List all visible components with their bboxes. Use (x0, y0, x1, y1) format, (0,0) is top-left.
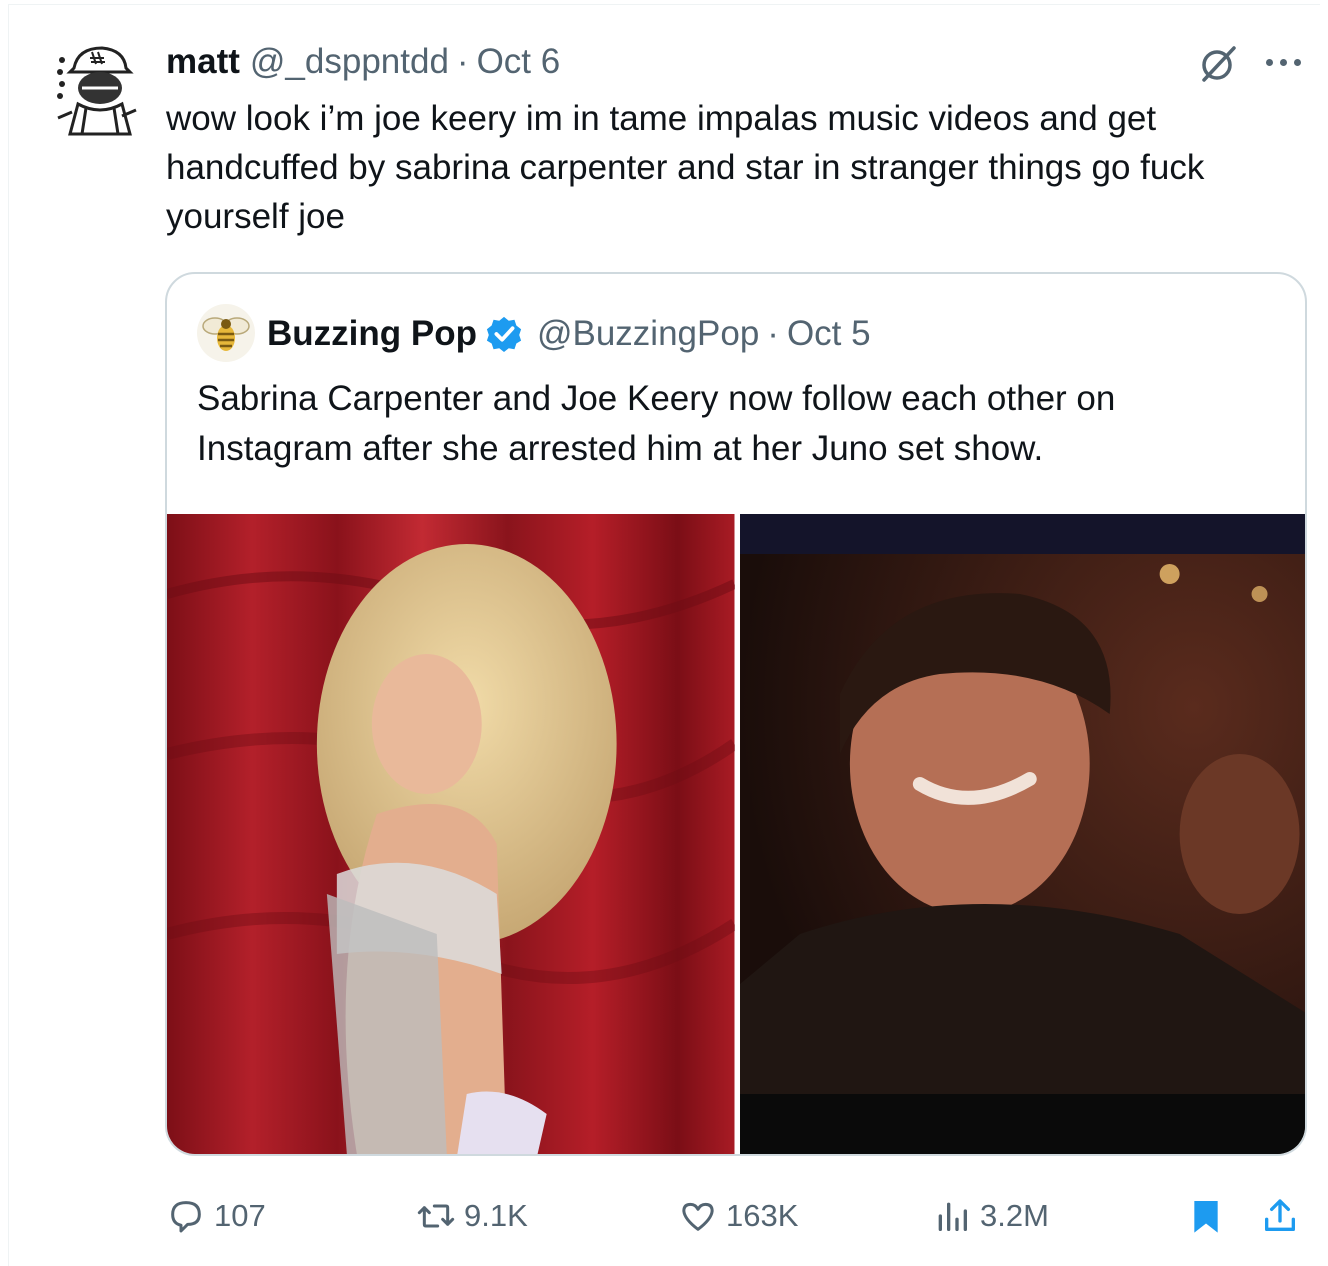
tweet-header: matt @_dsppntdd · Oct 6 (166, 40, 560, 84)
like-icon (682, 1202, 714, 1231)
like-button[interactable]: 163K (678, 1188, 798, 1244)
quoted-tweet[interactable]: Buzzing Pop @BuzzingPop · Oct 5 Sabrina … (165, 272, 1307, 1156)
like-count: 163K (726, 1198, 799, 1233)
quoted-author-handle[interactable]: @BuzzingPop (537, 314, 759, 354)
views-count: 3.2M (980, 1198, 1049, 1233)
repost-button[interactable]: 9.1K (416, 1188, 528, 1244)
avatar-image (52, 38, 140, 138)
share-icon (1265, 1199, 1295, 1231)
repost-icon (417, 1204, 455, 1228)
reply-icon (171, 1201, 201, 1233)
reply-button[interactable]: 107 (166, 1188, 266, 1244)
author-name[interactable]: matt (166, 42, 240, 82)
author-handle[interactable]: @_dsppntdd (250, 42, 449, 82)
action-bar: 107 9.1K 163K 3.2M (166, 1188, 1312, 1244)
author-avatar[interactable] (52, 38, 140, 138)
tweet-date[interactable]: Oct 6 (477, 42, 561, 82)
top-border (8, 4, 1320, 5)
quoted-text: Sabrina Carpenter and Joe Keery now foll… (197, 379, 1116, 468)
bee-icon (202, 317, 250, 351)
tweet-text: wow look i’m joe keery im in tame impala… (166, 99, 1205, 236)
quoted-date[interactable]: Oct 5 (787, 314, 871, 354)
photo-left-image (167, 514, 735, 1154)
views-icon (938, 1202, 967, 1231)
repost-count: 9.1K (464, 1198, 528, 1233)
left-border (8, 4, 9, 1266)
photo-left[interactable] (167, 514, 735, 1154)
verified-badge-icon (486, 316, 522, 353)
bookmark-icon (1194, 1201, 1218, 1233)
reply-count: 107 (214, 1198, 266, 1233)
quoted-header: Buzzing Pop @BuzzingPop · Oct 5 (267, 312, 871, 356)
quoted-author-name[interactable]: Buzzing Pop (267, 314, 477, 354)
views-button[interactable]: 3.2M (932, 1188, 1049, 1244)
grok-icon[interactable] (1196, 42, 1240, 86)
bookmark-button[interactable] (1186, 1188, 1226, 1244)
photo-right-image (739, 514, 1305, 1154)
photo-right[interactable] (739, 514, 1305, 1154)
media-grid (167, 514, 1305, 1154)
share-button[interactable] (1260, 1188, 1300, 1244)
quoted-avatar[interactable] (197, 304, 255, 362)
more-icon[interactable] (1255, 44, 1311, 80)
separator: · (456, 42, 469, 81)
separator: · (767, 314, 779, 353)
